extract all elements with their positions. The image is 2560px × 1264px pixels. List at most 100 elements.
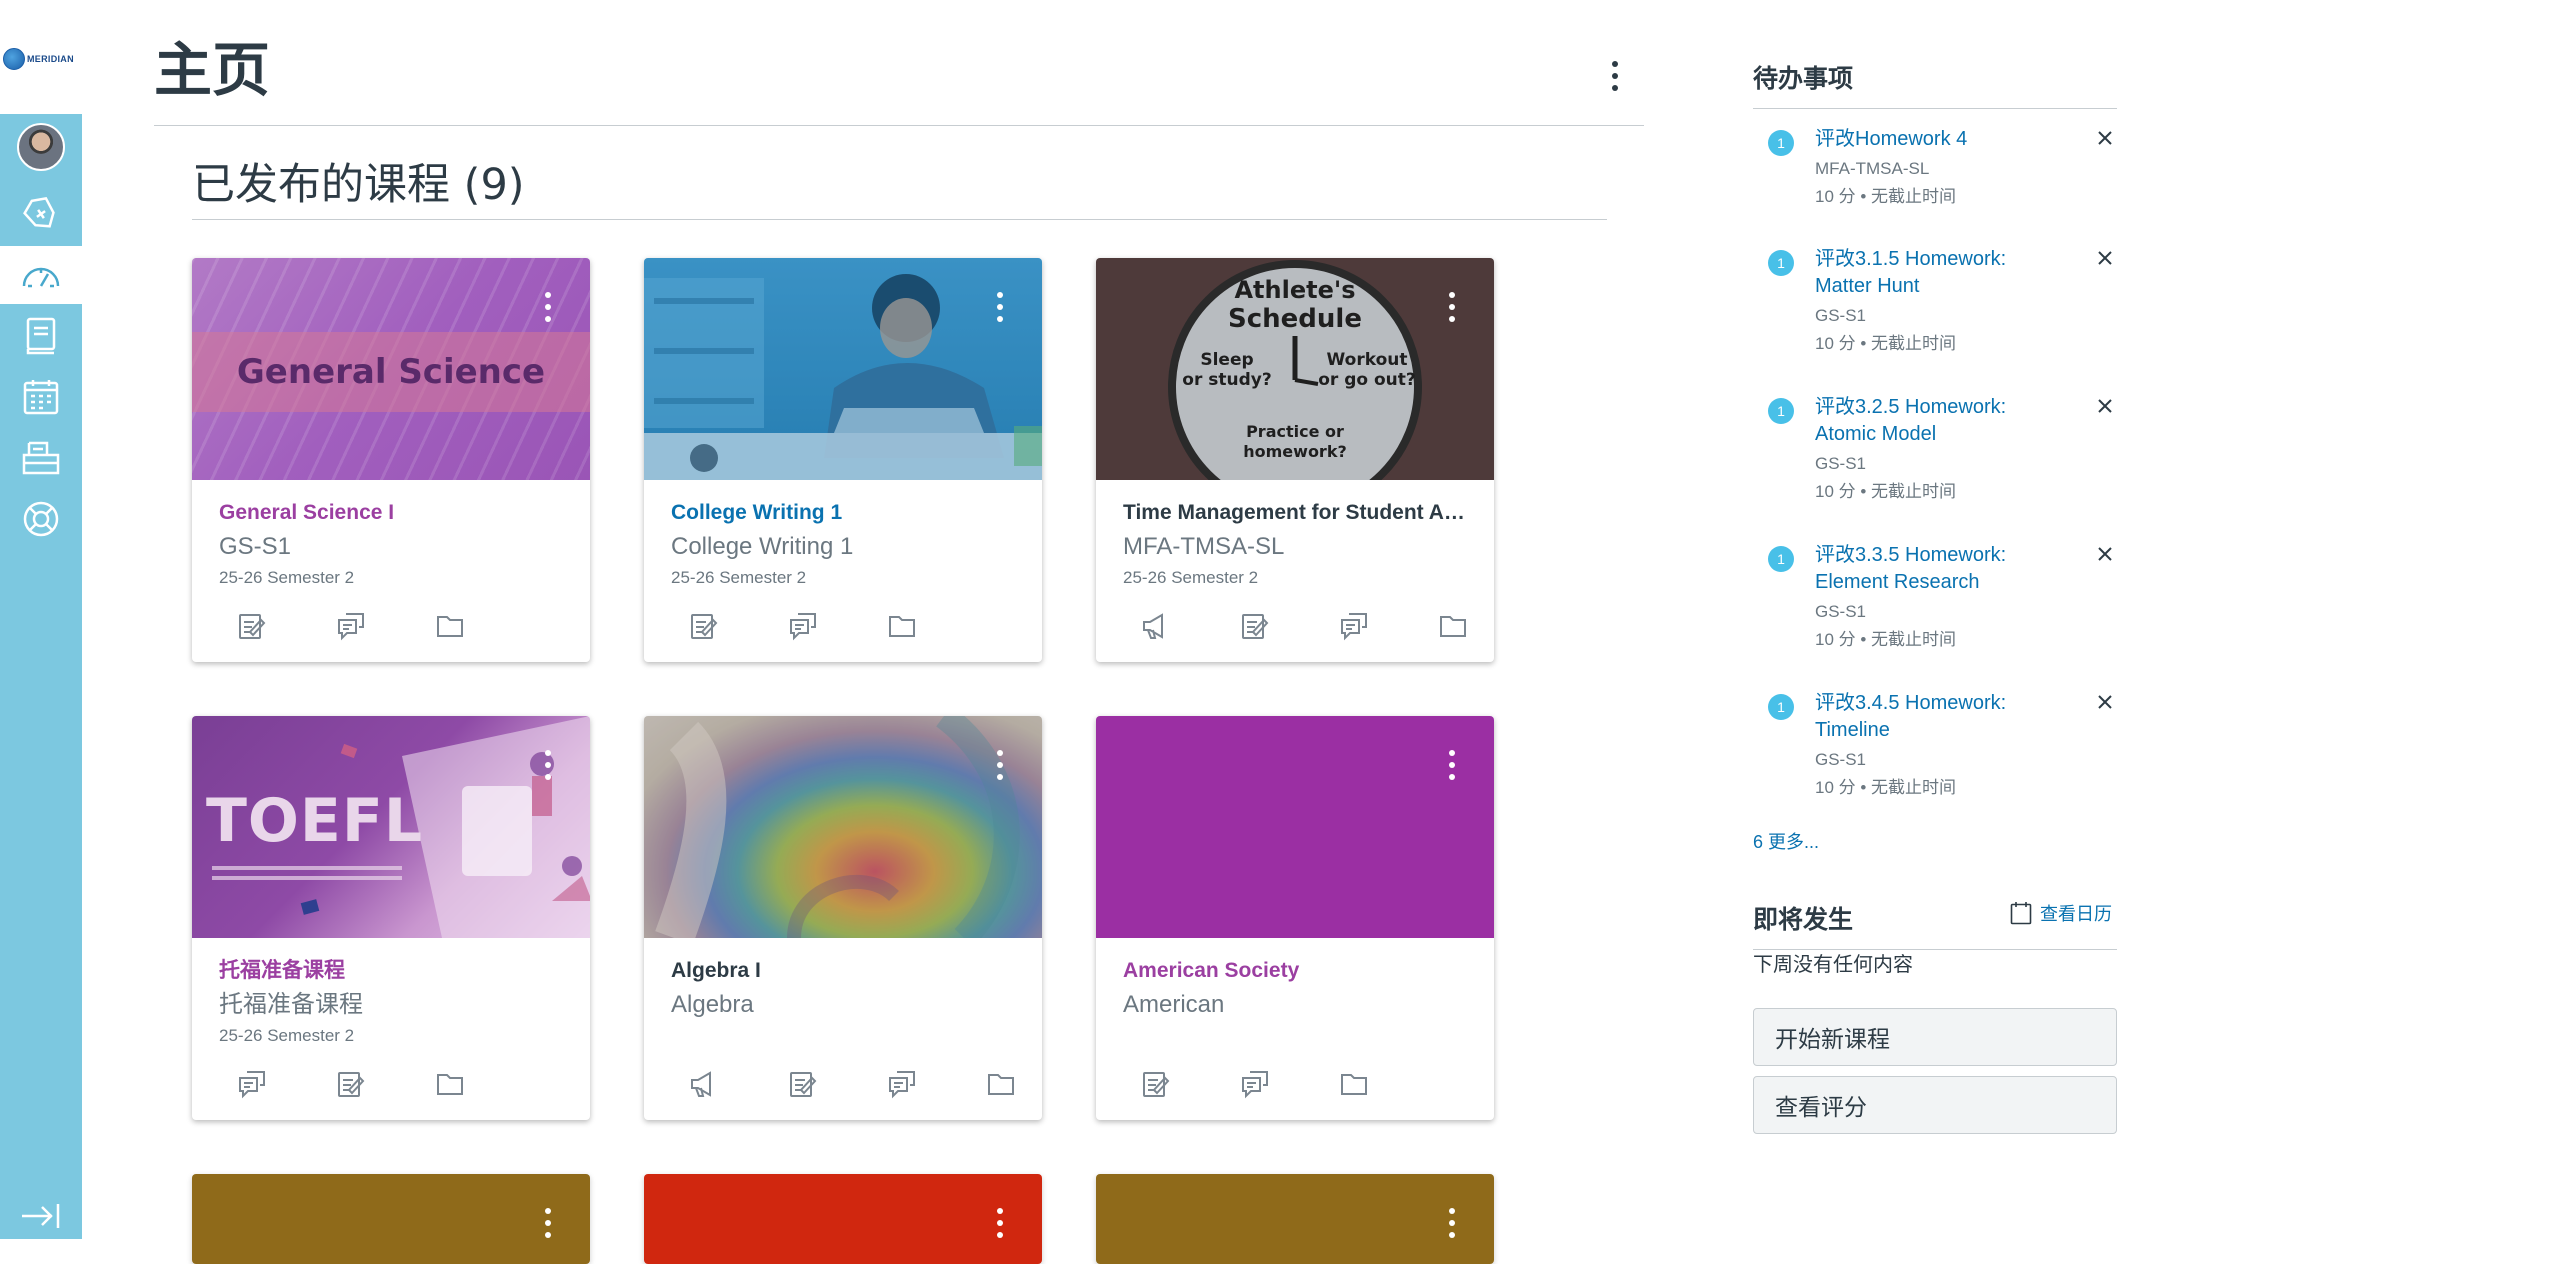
- todo-course: GS-S1: [1815, 602, 1867, 621]
- view-calendar-link[interactable]: 查看日历: [2010, 900, 2112, 926]
- course-card[interactable]: TOEFL 托福准备课程 托福准备课程 25-26 Semester 2: [192, 716, 590, 1120]
- course-card[interactable]: General Science General Science I GS-S1 …: [192, 258, 590, 662]
- course-card-hero[interactable]: [644, 1174, 1042, 1264]
- nav-courses[interactable]: [0, 307, 82, 365]
- close-icon: [2098, 251, 2112, 265]
- logo-globe-icon: [3, 48, 25, 70]
- todo-link[interactable]: 评改3.1.5 Homework: Matter Hunt: [1815, 246, 2065, 300]
- course-card-options-button[interactable]: [1444, 744, 1460, 786]
- todo-item: 1 评改3.3.5 Homework: Element Research GS-…: [1753, 542, 2117, 662]
- nav-collapse[interactable]: [0, 1193, 82, 1239]
- course-title-link[interactable]: Algebra I: [671, 956, 1016, 986]
- course-title-link[interactable]: 托福准备课程: [219, 956, 564, 986]
- nav-help[interactable]: [0, 490, 82, 548]
- dismiss-todo-button[interactable]: [2093, 394, 2117, 418]
- assignments-button[interactable]: [1205, 606, 1304, 646]
- course-card-options-button[interactable]: [992, 286, 1008, 328]
- logo[interactable]: MERIDIAN: [3, 48, 74, 70]
- course-card-options-button[interactable]: [540, 1202, 556, 1244]
- course-card-hero[interactable]: Athlete's Schedule Sleep or study? Worko…: [1096, 258, 1494, 480]
- course-card-hero[interactable]: General Science: [192, 258, 590, 480]
- dismiss-todo-button[interactable]: [2093, 690, 2117, 714]
- course-card[interactable]: [192, 1174, 590, 1264]
- course-title-link[interactable]: Time Management for Student At...: [1123, 498, 1468, 528]
- course-card-options-button[interactable]: [540, 744, 556, 786]
- nav-account[interactable]: [0, 118, 82, 176]
- nav-calendar[interactable]: [0, 368, 82, 426]
- todo-show-more-link[interactable]: 6 更多...: [1753, 829, 1819, 855]
- files-button[interactable]: [400, 606, 499, 646]
- files-button[interactable]: [400, 1064, 499, 1104]
- discussions-button[interactable]: [301, 606, 400, 646]
- global-navigation: MERIDIAN: [0, 0, 82, 1239]
- assignments-button[interactable]: [301, 1064, 400, 1104]
- todo-link[interactable]: 评改Homework 4: [1815, 126, 2065, 153]
- course-card[interactable]: College Writing 1 College Writing 1 25-2…: [644, 258, 1042, 662]
- course-code: College Writing 1: [671, 533, 854, 560]
- files-button[interactable]: [1304, 1064, 1403, 1104]
- files-button[interactable]: [852, 606, 951, 646]
- assignments-icon: [1241, 614, 1268, 639]
- todo-item: 1 评改Homework 4 MFA-TMSA-SL 10 分 • 无截止时间: [1753, 126, 2117, 216]
- announcements-button[interactable]: [654, 1064, 753, 1104]
- course-card[interactable]: [1096, 1174, 1494, 1264]
- course-title-link[interactable]: College Writing 1: [671, 498, 1016, 528]
- logo-area[interactable]: MERIDIAN: [0, 0, 82, 114]
- discussions-button[interactable]: [202, 1064, 301, 1104]
- course-card-hero[interactable]: [192, 1174, 590, 1264]
- course-card-hero[interactable]: [644, 258, 1042, 480]
- course-card[interactable]: Algebra I Algebra: [644, 716, 1042, 1120]
- assignments-icon: [337, 1072, 364, 1097]
- announcements-button[interactable]: [1106, 606, 1205, 646]
- course-card[interactable]: Athlete's Schedule Sleep or study? Worko…: [1096, 258, 1494, 662]
- assignments-button[interactable]: [1106, 1064, 1205, 1104]
- todo-link[interactable]: 评改3.3.5 Homework: Element Research: [1815, 542, 2065, 596]
- course-card[interactable]: [644, 1174, 1042, 1264]
- course-card-options-button[interactable]: [992, 744, 1008, 786]
- course-card-options-button[interactable]: [540, 286, 556, 328]
- todo-link[interactable]: 评改3.2.5 Homework: Atomic Model: [1815, 394, 2065, 448]
- course-title-link[interactable]: General Science I: [219, 498, 564, 528]
- view-calendar-label: 查看日历: [2040, 904, 2112, 924]
- course-card-options-button[interactable]: [1444, 1202, 1460, 1244]
- todo-item: 1 评改3.2.5 Homework: Atomic Model GS-S1 1…: [1753, 394, 2117, 514]
- assignments-button[interactable]: [654, 606, 753, 646]
- discussions-button[interactable]: [852, 1064, 951, 1104]
- assignments-button[interactable]: [202, 606, 301, 646]
- kebab-dot-icon: [1612, 73, 1618, 79]
- course-title-link[interactable]: American Society: [1123, 956, 1468, 986]
- upcoming-empty-text: 下周没有任何内容: [1753, 954, 1913, 976]
- todo-course: GS-S1: [1815, 750, 1867, 769]
- course-card-hero[interactable]: [1096, 1174, 1494, 1264]
- files-button[interactable]: [951, 1064, 1042, 1104]
- discussions-button[interactable]: [753, 606, 852, 646]
- avatar: [17, 123, 65, 171]
- dismiss-todo-button[interactable]: [2093, 246, 2117, 270]
- view-grades-button[interactable]: 查看评分: [1753, 1076, 2117, 1134]
- assignments-button[interactable]: [753, 1064, 852, 1104]
- close-icon: [2098, 547, 2112, 561]
- dismiss-todo-button[interactable]: [2093, 542, 2117, 566]
- course-card-options-button[interactable]: [992, 1202, 1008, 1244]
- clock-hands-icon: [1292, 336, 1319, 386]
- dashboard-options-button[interactable]: [1600, 58, 1630, 94]
- course-card[interactable]: American Society American: [1096, 716, 1494, 1120]
- files-button[interactable]: [1403, 606, 1494, 646]
- dismiss-todo-button[interactable]: [2093, 126, 2117, 150]
- discussions-button[interactable]: [1205, 1064, 1304, 1104]
- course-card-hero[interactable]: [1096, 716, 1494, 938]
- hero-text: General Science: [236, 352, 546, 392]
- discussions-button[interactable]: [1304, 606, 1403, 646]
- header-divider: [154, 125, 1644, 126]
- nav-dashboard[interactable]: [0, 246, 82, 304]
- course-card-hero[interactable]: [644, 716, 1042, 938]
- nav-admin[interactable]: [0, 185, 82, 243]
- todo-item: 1 评改3.4.5 Homework: Timeline GS-S1 10 分 …: [1753, 690, 2117, 810]
- course-card-options-button[interactable]: [1444, 286, 1460, 328]
- todo-link[interactable]: 评改3.4.5 Homework: Timeline: [1815, 690, 2065, 744]
- course-card-hero[interactable]: TOEFL: [192, 716, 590, 938]
- upcoming-divider: [1753, 949, 2117, 950]
- start-new-course-button[interactable]: 开始新课程: [1753, 1008, 2117, 1066]
- todo-course: GS-S1: [1815, 306, 1867, 325]
- nav-inbox[interactable]: [0, 429, 82, 487]
